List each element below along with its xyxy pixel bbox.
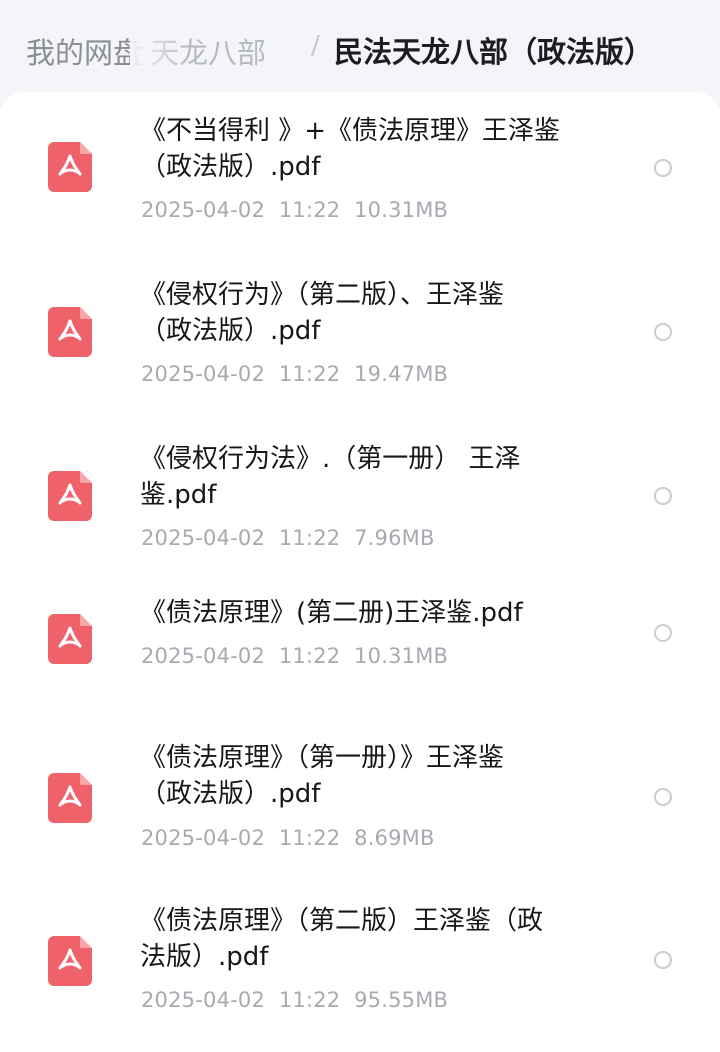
file-row[interactable]: 《不当得利 》+《债法原理》王泽鉴 （政法版）.pdf 2025-04-02 1… (0, 92, 720, 252)
breadcrumb-current: 民法天龙八部（政法版） (334, 35, 654, 69)
file-name: 《债法原理》（第二版）王泽鉴（政 法版）.pdf (140, 906, 544, 972)
select-radio-icon[interactable] (654, 323, 672, 341)
file-name: 《债法原理》（第一册）》王泽鉴 （政法版）.pdf (140, 743, 505, 809)
file-name: 《债法原理》(第二册)王泽鉴.pdf (140, 598, 523, 628)
file-row[interactable]: 《债法原理》（第二版）王泽鉴（政 法版）.pdf 2025-04-02 11:2… (0, 890, 720, 1030)
file-meta: 2025-04-02 11:22 19.47MB (141, 362, 449, 386)
file-meta: 2025-04-02 11:22 95.55MB (141, 988, 449, 1012)
pdf-file-icon (48, 773, 92, 823)
file-meta: 2025-04-02 11:22 8.69MB (141, 826, 435, 850)
pdf-file-icon (48, 471, 92, 521)
file-row[interactable]: 《侵权行为》（第二版）、王泽鉴 （政法版）.pdf 2025-04-02 11:… (0, 256, 720, 416)
pdf-file-icon (48, 936, 92, 986)
file-name: 《不当得利 》+《债法原理》王泽鉴 （政法版）.pdf (140, 116, 561, 182)
file-name: 《侵权行为》（第二版）、王泽鉴 （政法版）.pdf (140, 280, 505, 346)
select-radio-icon[interactable] (654, 624, 672, 642)
file-row[interactable]: 《债法原理》（第一册）》王泽鉴 （政法版）.pdf 2025-04-02 11:… (0, 726, 720, 886)
file-meta: 2025-04-02 11:22 10.31MB (141, 198, 449, 222)
file-row[interactable]: 《侵权行为法》.（第一册） 王泽 鉴.pdf 2025-04-02 11:22 … (0, 420, 720, 580)
file-row[interactable]: 《债法原理》(第二册)王泽鉴.pdf 2025-04-02 11:22 10.3… (0, 584, 720, 704)
file-meta: 2025-04-02 11:22 10.31MB (141, 644, 449, 668)
pdf-file-icon (48, 142, 92, 192)
breadcrumb-root[interactable]: 我的网盘 (26, 30, 142, 72)
file-meta: 2025-04-02 11:22 7.96MB (141, 526, 435, 550)
select-radio-icon[interactable] (654, 159, 672, 177)
breadcrumb: 我的网盘 天龙八部 / 民法天龙八部（政法版） (0, 0, 720, 96)
breadcrumb-separator: / (311, 31, 320, 61)
pdf-file-icon (48, 307, 92, 357)
breadcrumb-fade (130, 20, 190, 76)
select-radio-icon[interactable] (654, 788, 672, 806)
file-name: 《侵权行为法》.（第一册） 王泽 鉴.pdf (140, 444, 521, 510)
select-radio-icon[interactable] (654, 487, 672, 505)
file-list: 《不当得利 》+《债法原理》王泽鉴 （政法版）.pdf 2025-04-02 1… (0, 92, 720, 1052)
pdf-file-icon (48, 614, 92, 664)
select-radio-icon[interactable] (654, 951, 672, 969)
